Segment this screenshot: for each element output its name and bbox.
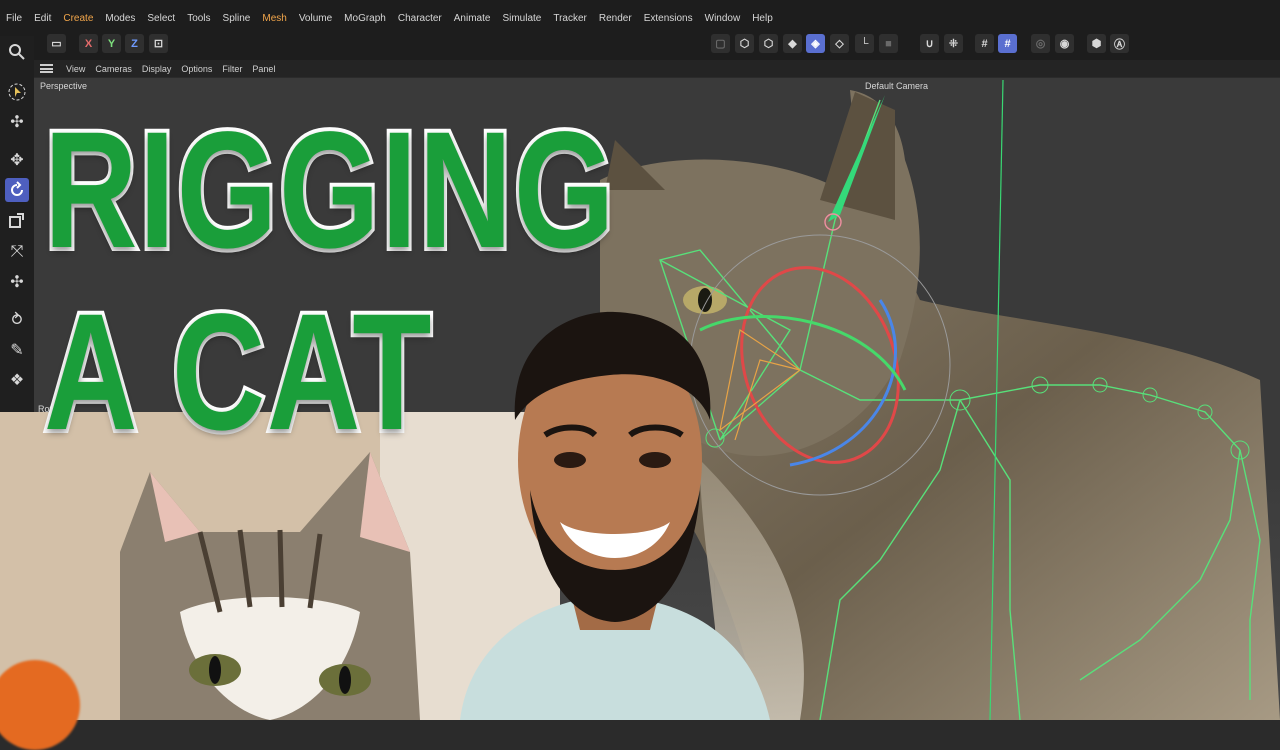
viewport-menu-bar: View Cameras Display Options Filter Pane… (34, 60, 1280, 77)
title-line-2: A CAT (41, 278, 435, 468)
snap-grid-icon[interactable]: # (975, 34, 994, 53)
menu-item-edit[interactable]: Edit (28, 13, 57, 24)
viewport-menu-view[interactable]: View (61, 64, 90, 74)
paint-icon[interactable]: ✎ (5, 338, 29, 362)
thumbnail-title: RIGGING A CAT (41, 96, 618, 468)
viewport-menu-panel[interactable]: Panel (247, 64, 280, 74)
menu-item-help[interactable]: Help (746, 13, 779, 24)
axis-x-button[interactable]: X (79, 34, 98, 53)
brush-icon[interactable]: ⥁ (5, 308, 29, 332)
polygons-mode-icon[interactable]: ◆ (783, 34, 802, 53)
points-mode-icon[interactable]: ⬡ (735, 34, 754, 53)
transform-icon[interactable]: ⤧ (5, 240, 29, 264)
left-tool-palette: ✣ ✥ ⤧ ✣ ⥁ ✎ ❖ (0, 36, 34, 412)
edges-mode-icon[interactable]: ⬡ (759, 34, 778, 53)
camera-label[interactable]: Default Camera (865, 81, 928, 91)
scale-icon[interactable] (5, 208, 29, 232)
live-selection-icon[interactable]: ✣ (5, 110, 29, 134)
snap-enable-icon[interactable]: # (998, 34, 1017, 53)
menu-item-tools[interactable]: Tools (181, 13, 216, 24)
menu-items: File Edit Create Modes Select Tools Spli… (0, 0, 779, 36)
undo-icon[interactable]: ▭ (47, 34, 66, 53)
object-mode-icon[interactable]: ◈ (806, 34, 825, 53)
axis-mode-icon[interactable]: └ (855, 34, 874, 53)
axis-x-label: X (84, 37, 93, 50)
render-region-icon[interactable]: ◎ (1031, 34, 1050, 53)
move-icon[interactable]: ✥ (5, 148, 29, 172)
joint-tool-icon[interactable]: ❖ (5, 368, 29, 392)
search-icon[interactable] (5, 40, 29, 64)
menu-item-animate[interactable]: Animate (448, 13, 497, 24)
menu-item-mesh[interactable]: Mesh (256, 13, 292, 24)
menu-item-character[interactable]: Character (392, 13, 448, 24)
magnet-icon[interactable]: ∪ (920, 34, 939, 53)
viewport-menu-filter[interactable]: Filter (217, 64, 247, 74)
tweak-mode-icon[interactable]: ■ (879, 34, 898, 53)
menu-bar: File Edit Create Modes Select Tools Spli… (0, 0, 1280, 36)
menu-item-select[interactable]: Select (141, 13, 181, 24)
placement-icon[interactable]: ✣ (5, 270, 29, 294)
menu-item-window[interactable]: Window (699, 13, 747, 24)
rotate-icon[interactable] (5, 178, 29, 202)
render-queue-icon[interactable]: Ⓐ (1110, 34, 1129, 53)
axis-y-label: Y (107, 37, 116, 50)
title-line-1: RIGGING (41, 96, 618, 286)
menu-item-file[interactable]: File (0, 13, 28, 24)
orange-blur (0, 660, 80, 750)
uv-mode-icon[interactable]: ◇ (830, 34, 849, 53)
viewport-label: Perspective (40, 81, 88, 91)
select-tool-icon[interactable] (5, 80, 29, 104)
render-settings-icon[interactable]: ⬢ (1087, 34, 1106, 53)
viewport-menu-options[interactable]: Options (176, 64, 217, 74)
viewport-menu-display[interactable]: Display (137, 64, 177, 74)
coordinate-system-icon[interactable]: ⊡ (149, 34, 168, 53)
menu-item-simulate[interactable]: Simulate (496, 13, 547, 24)
menu-item-create[interactable]: Create (57, 13, 99, 24)
menu-item-tracker[interactable]: Tracker (547, 13, 593, 24)
axis-z-button[interactable]: Z (125, 34, 144, 53)
render-view-icon[interactable]: ◉ (1055, 34, 1074, 53)
menu-item-volume[interactable]: Volume (293, 13, 338, 24)
axis-y-button[interactable]: Y (102, 34, 121, 53)
viewport-menu-cameras[interactable]: Cameras (90, 64, 137, 74)
menu-item-modes[interactable]: Modes (99, 13, 141, 24)
menu-item-render[interactable]: Render (593, 13, 638, 24)
model-mode-icon[interactable]: ▢ (711, 34, 730, 53)
hamburger-menu-icon[interactable] (40, 64, 53, 73)
menu-item-extensions[interactable]: Extensions (638, 13, 699, 24)
menu-item-mograph[interactable]: MoGraph (338, 13, 392, 24)
menu-item-spline[interactable]: Spline (217, 13, 257, 24)
axis-z-label: Z (131, 37, 138, 50)
soft-selection-icon[interactable]: ⁜ (944, 34, 963, 53)
